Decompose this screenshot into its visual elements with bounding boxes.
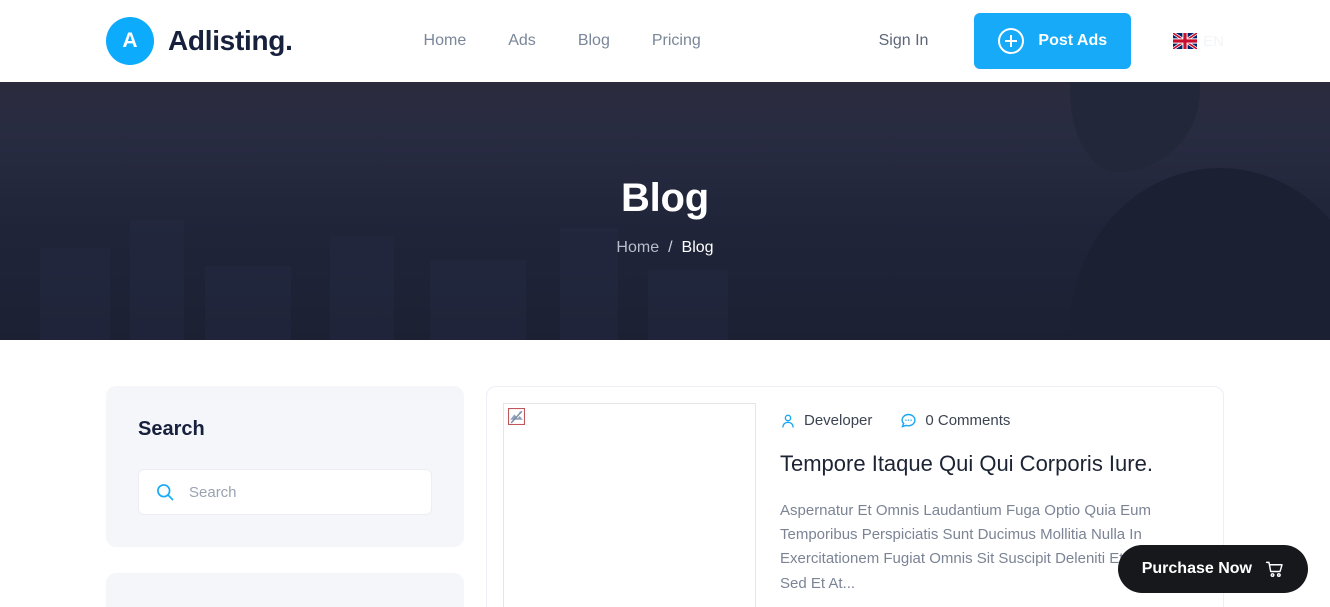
nav-item-pricing[interactable]: Pricing [652,32,701,50]
shopping-cart-icon [1265,561,1283,577]
search-input[interactable] [189,483,415,501]
hero-content: Blog Home / Blog [0,82,1330,340]
post-title[interactable]: Tempore Itaque Qui Qui Corporis Iure. [780,449,1207,479]
nav-item-ads[interactable]: Ads [508,32,536,50]
blog-post-card: Developer 0 Comments Tempore Itaque Qui … [486,386,1224,607]
plus-circle-icon [998,28,1025,54]
post-thumbnail[interactable] [503,403,756,607]
breadcrumb-separator: / [668,238,673,256]
sidebar-widget-secondary [106,573,464,607]
comment-icon [901,413,916,428]
site-header: A Adlisting. Home Ads Blog Pricing Sign … [0,0,1330,82]
purchase-now-button[interactable]: Purchase Now [1117,545,1308,593]
breadcrumb-current: Blog [681,238,714,256]
language-switcher[interactable]: EN [1173,33,1224,50]
blog-sidebar: Search [106,386,464,607]
post-meta: Developer 0 Comments [780,412,1207,429]
purchase-now-label: Purchase Now [1141,560,1252,577]
uk-flag-icon [1173,33,1198,49]
sign-in-link[interactable]: Sign In [879,32,929,50]
search-widget-title: Search [138,418,205,440]
page-title: Blog [620,175,710,220]
breadcrumb: Home / Blog [616,239,713,257]
broken-image-icon [508,408,525,425]
brand-name: Adlisting. [168,25,293,56]
search-box[interactable] [138,469,432,515]
language-code: EN [1203,32,1224,50]
brand-mark-icon: A [106,17,154,65]
post-ads-button[interactable]: Post Ads [974,13,1132,69]
breadcrumb-home[interactable]: Home [616,239,659,257]
nav-item-blog[interactable]: Blog [578,32,610,50]
post-author[interactable]: Developer [780,412,872,429]
post-comments[interactable]: 0 Comments [900,412,1010,429]
page-hero: Blog Home / Blog [0,82,1330,340]
post-ads-label: Post Ads [1038,32,1108,49]
user-icon [782,414,794,428]
search-icon [157,484,174,501]
post-comments-label: 0 Comments [925,412,1011,429]
blog-post-list: Developer 0 Comments Tempore Itaque Qui … [486,386,1224,607]
brand-logo[interactable]: A Adlisting. [106,17,293,65]
main-nav: Home Ads Blog Pricing [424,32,701,50]
post-author-label: Developer [804,412,873,429]
nav-item-home[interactable]: Home [424,32,467,50]
header-actions: Sign In Post Ads EN [879,13,1224,69]
search-widget: Search [106,386,464,547]
